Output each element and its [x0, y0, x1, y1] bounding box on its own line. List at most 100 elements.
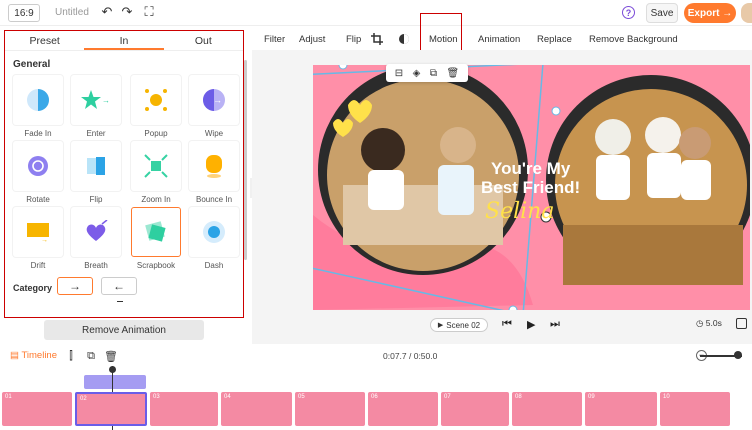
animation-label: Dash	[204, 261, 224, 270]
next-icon[interactable]: ⏭	[550, 318, 560, 331]
animation-bounce-in[interactable]: Bounce In	[189, 141, 239, 207]
timeline-label: Timeline	[21, 350, 57, 361]
timeline-icon: ▤	[10, 350, 22, 361]
timeline-clip[interactable]: 04	[221, 392, 292, 426]
category-option-right[interactable]: →	[57, 277, 93, 295]
dash-icon	[189, 207, 239, 257]
scene-duration[interactable]: ◷ 5.0s	[696, 318, 722, 329]
animation-popup[interactable]: Popup	[131, 75, 181, 141]
fit-screen-icon[interactable]: ⛶	[142, 4, 156, 19]
svg-text:→: →	[102, 96, 110, 105]
toolbar-remove-background[interactable]: Remove Background	[589, 34, 678, 45]
animation-label: Breath	[84, 261, 108, 270]
save-button[interactable]: Save	[646, 3, 678, 23]
timeline-clip[interactable]: 03	[150, 392, 218, 426]
crop-icon[interactable]	[371, 33, 383, 45]
tab-preset[interactable]: Preset	[5, 31, 84, 50]
split-icon[interactable]: ⫿	[64, 349, 78, 363]
wipe-icon: →	[189, 75, 239, 125]
toolbar-flip[interactable]: Flip	[346, 34, 361, 45]
scene-label: Scene 02	[446, 320, 481, 330]
delete-icon[interactable]: 🗑	[447, 68, 460, 79]
animation-tabs: Preset In Out	[5, 31, 243, 51]
timeline-clip[interactable]: 01	[2, 392, 72, 426]
headline-line-1[interactable]: You're My	[491, 159, 570, 179]
fullscreen-icon[interactable]	[736, 318, 747, 329]
timeline-clip[interactable]: 09	[585, 392, 657, 426]
script-text[interactable]: Selina	[485, 199, 554, 224]
headline-line-2[interactable]: Best Friend!	[481, 178, 580, 198]
timeline-clip[interactable]: 06	[368, 392, 438, 426]
element-track[interactable]	[84, 375, 146, 389]
zoom-slider-thumb[interactable]	[734, 351, 742, 359]
design-canvas[interactable]: You're My Best Friend! Selina	[313, 65, 750, 310]
animation-wipe[interactable]: → Wipe	[189, 75, 239, 141]
animation-label: Bounce In	[195, 195, 233, 204]
export-button[interactable]: Export →	[684, 3, 736, 23]
toolbar-adjust[interactable]: Adjust	[299, 34, 325, 45]
flip-icon	[71, 141, 121, 191]
remove-animation-button[interactable]: Remove Animation	[44, 320, 204, 340]
timeline-clip[interactable]: 07	[441, 392, 509, 426]
play-small-icon: ▶	[437, 322, 444, 329]
toolbar-filter[interactable]: Filter	[264, 34, 285, 45]
animation-dash[interactable]: Dash	[189, 207, 239, 273]
svg-text:→: →	[41, 237, 48, 243]
clip-number: 09	[588, 394, 595, 400]
clip-number: 06	[371, 394, 378, 400]
element-float-toolbar: ⊟ ◈ ⧉ 🗑	[386, 64, 468, 82]
rotate-icon	[13, 141, 63, 191]
animation-label: Zoom In	[141, 195, 171, 204]
animation-rotate[interactable]: Rotate	[13, 141, 63, 207]
animation-panel: Preset In Out General Fade In → Enter Po…	[4, 30, 244, 318]
previous-icon[interactable]: ⏮	[502, 318, 512, 331]
scene-selector[interactable]: ▶ Scene 02	[430, 318, 488, 332]
tab-out[interactable]: Out	[164, 31, 243, 50]
undo-icon[interactable]: ↶	[100, 4, 114, 19]
category-option-left[interactable]: ←	[101, 277, 137, 295]
aspect-ratio-button[interactable]: 16:9	[8, 4, 40, 22]
playhead-handle[interactable]	[109, 366, 116, 373]
animation-label: Fade In	[24, 129, 52, 138]
redo-icon[interactable]: ↷	[120, 4, 134, 19]
toolbar-animation[interactable]: Animation	[478, 34, 520, 45]
avatar[interactable]	[741, 3, 752, 23]
scene-clips: 01 02 03 04 05 06 07 08 09 10	[0, 392, 752, 426]
timeline-clip[interactable]: 10	[660, 392, 730, 426]
animation-drift[interactable]: → Drift	[13, 207, 63, 273]
animation-flip[interactable]: Flip	[71, 141, 121, 207]
timeline-clip[interactable]: 02	[75, 392, 147, 426]
motion-highlight-box	[420, 13, 462, 54]
clip-number: 02	[80, 396, 87, 402]
play-icon[interactable]: ▶	[527, 318, 535, 331]
toolbar-replace[interactable]: Replace	[537, 34, 572, 45]
animation-label: Wipe	[204, 129, 224, 138]
align-icon[interactable]: ⊟	[395, 68, 403, 79]
timeline-clip[interactable]: 05	[295, 392, 365, 426]
animation-scrapbook[interactable]: Scrapbook	[131, 207, 181, 273]
clip-number: 01	[5, 394, 12, 400]
layers-icon[interactable]: ◈	[413, 68, 421, 79]
clip-number: 07	[444, 394, 451, 400]
enter-icon: →	[71, 75, 121, 125]
help-icon[interactable]: ?	[622, 6, 635, 19]
timeline-clip[interactable]: 08	[512, 392, 582, 426]
animation-label: Enter	[86, 129, 106, 138]
timeline-toggle[interactable]: ▤ Timeline	[10, 350, 57, 361]
copy-icon[interactable]: ⧉	[84, 349, 98, 363]
animation-zoom-in[interactable]: Zoom In	[131, 141, 181, 207]
top-bar: 16:9 Untitled ↶ ↷ ⛶ ? Save Export →	[0, 0, 752, 26]
mask-icon[interactable]	[398, 33, 410, 45]
animation-breath[interactable]: Breath	[71, 207, 121, 273]
duplicate-icon[interactable]: ⧉	[430, 68, 437, 79]
svg-text:→: →	[213, 95, 222, 105]
panel-scrollbar[interactable]	[244, 60, 247, 260]
animation-label: Scrapbook	[136, 261, 176, 270]
animation-enter[interactable]: → Enter	[71, 75, 121, 141]
tab-in[interactable]: In	[84, 31, 164, 50]
document-title[interactable]: Untitled	[55, 7, 89, 18]
animation-fade-in[interactable]: Fade In	[13, 75, 63, 141]
category-indicator	[117, 301, 123, 302]
trash-icon[interactable]: 🗑	[104, 349, 118, 363]
bounce-in-icon	[189, 141, 239, 191]
